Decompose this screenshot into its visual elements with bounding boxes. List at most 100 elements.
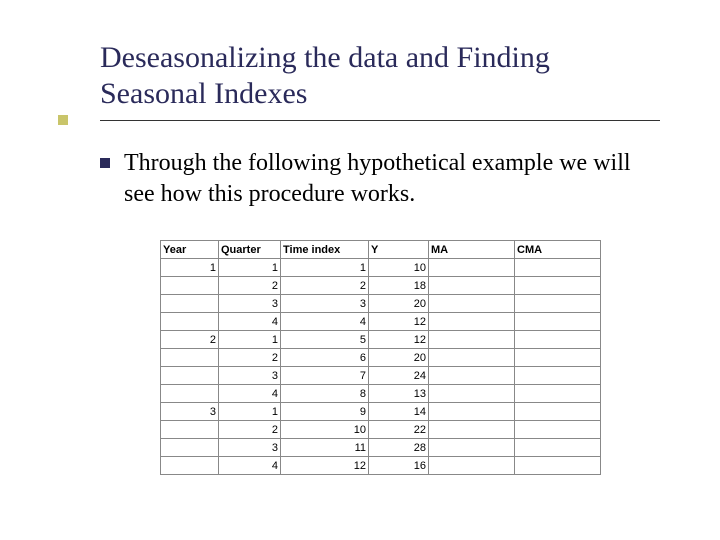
cell-time: 10 <box>281 421 369 439</box>
cell-year <box>161 457 219 475</box>
col-header-time: Time index <box>281 241 369 259</box>
table-row: 4412 <box>161 313 601 331</box>
cell-time: 9 <box>281 403 369 421</box>
data-table-container: Year Quarter Time index Y MA CMA 1111022… <box>160 240 600 475</box>
cell-ma <box>429 367 515 385</box>
accent-square-icon <box>58 115 68 125</box>
cell-quarter: 4 <box>219 457 281 475</box>
col-header-cma: CMA <box>515 241 601 259</box>
table-row: 4813 <box>161 385 601 403</box>
body-bullet-row: Through the following hypothetical examp… <box>100 148 660 210</box>
cell-year: 1 <box>161 259 219 277</box>
cell-cma <box>515 367 601 385</box>
cell-quarter: 2 <box>219 277 281 295</box>
cell-quarter: 3 <box>219 367 281 385</box>
cell-time: 11 <box>281 439 369 457</box>
cell-ma <box>429 403 515 421</box>
cell-quarter: 3 <box>219 295 281 313</box>
cell-year <box>161 439 219 457</box>
cell-year: 3 <box>161 403 219 421</box>
cell-ma <box>429 331 515 349</box>
cell-cma <box>515 457 601 475</box>
cell-ma <box>429 259 515 277</box>
cell-ma <box>429 313 515 331</box>
cell-time: 2 <box>281 277 369 295</box>
cell-cma <box>515 349 601 367</box>
col-header-y: Y <box>369 241 429 259</box>
cell-time: 12 <box>281 457 369 475</box>
cell-year <box>161 385 219 403</box>
table-row: 31914 <box>161 403 601 421</box>
table-row: 11110 <box>161 259 601 277</box>
cell-y: 20 <box>369 349 429 367</box>
cell-cma <box>515 439 601 457</box>
cell-y: 18 <box>369 277 429 295</box>
cell-ma <box>429 277 515 295</box>
title-underline <box>100 118 660 122</box>
cell-year <box>161 349 219 367</box>
table-row: 2620 <box>161 349 601 367</box>
cell-quarter: 1 <box>219 259 281 277</box>
cell-y: 24 <box>369 367 429 385</box>
cell-ma <box>429 295 515 313</box>
cell-y: 12 <box>369 331 429 349</box>
cell-ma <box>429 385 515 403</box>
data-table: Year Quarter Time index Y MA CMA 1111022… <box>160 240 601 475</box>
cell-cma <box>515 421 601 439</box>
cell-quarter: 4 <box>219 313 281 331</box>
square-bullet-icon <box>100 158 110 168</box>
cell-y: 22 <box>369 421 429 439</box>
cell-y: 16 <box>369 457 429 475</box>
table-row: 3724 <box>161 367 601 385</box>
cell-time: 7 <box>281 367 369 385</box>
table-row: 2218 <box>161 277 601 295</box>
body-text: Through the following hypothetical examp… <box>124 148 660 210</box>
cell-y: 20 <box>369 295 429 313</box>
cell-cma <box>515 385 601 403</box>
cell-cma <box>515 277 601 295</box>
cell-time: 5 <box>281 331 369 349</box>
table-row: 21512 <box>161 331 601 349</box>
cell-ma <box>429 349 515 367</box>
cell-year <box>161 295 219 313</box>
cell-ma <box>429 457 515 475</box>
cell-ma <box>429 439 515 457</box>
cell-y: 12 <box>369 313 429 331</box>
table-row: 21022 <box>161 421 601 439</box>
cell-time: 4 <box>281 313 369 331</box>
cell-year <box>161 421 219 439</box>
cell-time: 1 <box>281 259 369 277</box>
cell-quarter: 2 <box>219 421 281 439</box>
table-header-row: Year Quarter Time index Y MA CMA <box>161 241 601 259</box>
cell-y: 13 <box>369 385 429 403</box>
cell-quarter: 2 <box>219 349 281 367</box>
cell-quarter: 1 <box>219 331 281 349</box>
table-body: 1111022183320441221512262037244813319142… <box>161 259 601 475</box>
table-row: 3320 <box>161 295 601 313</box>
cell-year <box>161 313 219 331</box>
table-row: 31128 <box>161 439 601 457</box>
title-rule-line <box>100 120 660 121</box>
cell-quarter: 3 <box>219 439 281 457</box>
slide: Deseasonalizing the data and Finding Sea… <box>0 0 720 540</box>
col-header-quarter: Quarter <box>219 241 281 259</box>
cell-cma <box>515 259 601 277</box>
table-row: 41216 <box>161 457 601 475</box>
cell-cma <box>515 295 601 313</box>
cell-cma <box>515 403 601 421</box>
cell-year: 2 <box>161 331 219 349</box>
cell-year <box>161 277 219 295</box>
cell-ma <box>429 421 515 439</box>
page-title: Deseasonalizing the data and Finding Sea… <box>100 40 660 112</box>
cell-cma <box>515 331 601 349</box>
cell-y: 28 <box>369 439 429 457</box>
cell-year <box>161 367 219 385</box>
cell-quarter: 4 <box>219 385 281 403</box>
cell-time: 3 <box>281 295 369 313</box>
col-header-ma: MA <box>429 241 515 259</box>
cell-time: 8 <box>281 385 369 403</box>
col-header-year: Year <box>161 241 219 259</box>
cell-y: 14 <box>369 403 429 421</box>
cell-cma <box>515 313 601 331</box>
cell-y: 10 <box>369 259 429 277</box>
